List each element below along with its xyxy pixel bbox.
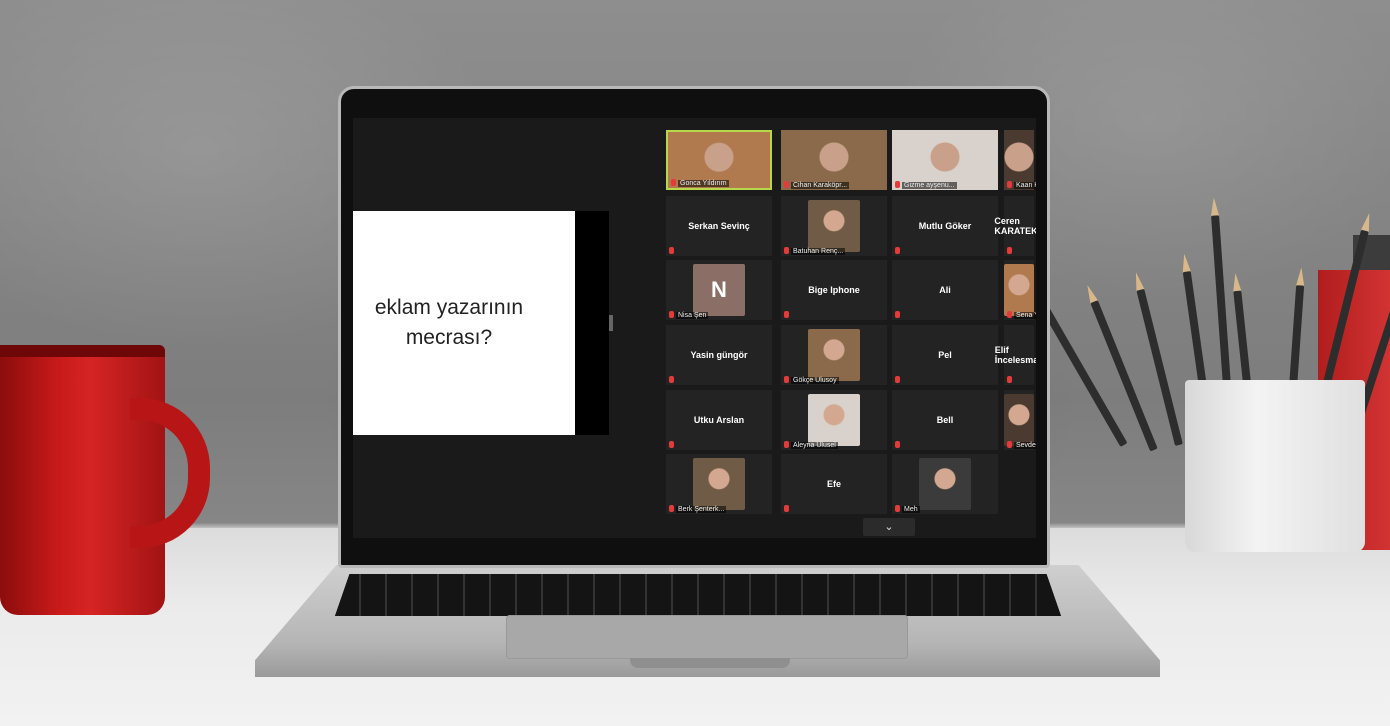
- participant-avatar: N: [693, 264, 745, 316]
- participant-tile[interactable]: Mutlu Göker: [892, 196, 998, 256]
- participant-tile[interactable]: Gökçe Ulusoy: [781, 325, 887, 385]
- slide-line-1: eklam yazarının: [374, 296, 524, 319]
- participant-tile[interactable]: Utku Arslan: [666, 390, 772, 450]
- muted-mic-icon: [1007, 441, 1012, 448]
- participant-name-label: Gonca Yıldırım: [678, 180, 729, 187]
- slide-line-2: mecrası?: [405, 326, 493, 349]
- participant-tile[interactable]: Efe: [781, 454, 887, 514]
- participant-name-label: Cihan Karaköpr...: [791, 182, 850, 189]
- participant-name: Utku Arslan: [693, 415, 745, 425]
- participant-tile[interactable]: N Nisa Şen: [666, 260, 772, 320]
- participant-name-label: Aleyna Ulusel: [791, 442, 838, 449]
- participant-tile[interactable]: Ceren KARATEKE: [994, 196, 1036, 256]
- participant-name: Elif İncelesmail: [994, 345, 1036, 365]
- participant-tile[interactable]: Ali: [892, 260, 998, 320]
- participant-tile[interactable]: Sena Yılmaz: [1004, 260, 1036, 320]
- participant-name: Ali: [939, 285, 951, 295]
- muted-mic-icon: [669, 441, 674, 448]
- muted-mic-icon: [895, 247, 900, 254]
- participant-name: Bell: [936, 415, 954, 425]
- participant-name-label: Nisa Şen: [676, 312, 709, 319]
- muted-mic-icon: [895, 376, 900, 383]
- participant-name-label: Gökçe Ulusoy: [791, 377, 839, 384]
- participant-name: Yasin güngör: [690, 350, 748, 360]
- muted-mic-icon: [784, 376, 789, 383]
- slide-side-bar: [575, 211, 609, 435]
- keyboard: [335, 574, 1061, 616]
- slide-text: eklam yazarının mecrası?: [375, 293, 523, 353]
- muted-mic-icon: [669, 247, 674, 254]
- participant-tile[interactable]: Cihan Karaköpr...: [781, 130, 887, 190]
- participant-tile[interactable]: Aleyna Ulusel: [781, 390, 887, 450]
- participant-tile[interactable]: Serkan Sevinç: [666, 196, 772, 256]
- muted-mic-icon: [669, 505, 674, 512]
- muted-mic-icon: [784, 441, 789, 448]
- participant-video: [781, 130, 887, 190]
- participant-name-label: Sevde Zeyne...: [1014, 442, 1036, 449]
- muted-mic-icon: [784, 505, 789, 512]
- participant-tile[interactable]: Sevde Zeyne...: [1004, 390, 1036, 450]
- participant-tile[interactable]: Pel: [892, 325, 998, 385]
- participant-avatar: [919, 458, 971, 510]
- mug-rim: [0, 345, 165, 357]
- participant-name-label: Gizme ayşenu...: [902, 182, 957, 189]
- muted-mic-icon: [1007, 311, 1012, 318]
- muted-mic-icon: [671, 179, 676, 186]
- participant-tile[interactable]: Bell: [892, 390, 998, 450]
- participant-tile[interactable]: Gonca Yıldırım: [666, 130, 772, 190]
- muted-mic-icon: [784, 181, 789, 188]
- shared-slide: eklam yazarının mecrası?: [353, 211, 575, 435]
- participant-tile[interactable]: Elif İncelesmail: [995, 325, 1036, 385]
- participant-name: Mutlu Göker: [918, 221, 972, 231]
- muted-mic-icon: [895, 441, 900, 448]
- participant-name-label: Batuhan Renç...: [791, 248, 846, 255]
- trackpad: [506, 615, 908, 659]
- muted-mic-icon: [1007, 376, 1012, 383]
- participant-name-label: Kaan K: [1014, 182, 1036, 189]
- participant-avatar: [1004, 264, 1034, 316]
- participant-avatar: [808, 200, 860, 252]
- participant-tile[interactable]: Bige Iphone: [781, 260, 887, 320]
- muted-mic-icon: [669, 376, 674, 383]
- participant-avatar: [808, 394, 860, 446]
- muted-mic-icon: [669, 311, 674, 318]
- participant-name-label: Berk Şenterk...: [676, 506, 727, 513]
- participant-name: Efe: [826, 479, 841, 489]
- participant-video: [892, 130, 998, 190]
- gallery-scroll-down-button[interactable]: ⌄: [863, 518, 915, 536]
- muted-mic-icon: [1007, 247, 1012, 254]
- muted-mic-icon: [1007, 181, 1012, 188]
- muted-mic-icon: [784, 311, 789, 318]
- participant-name: Serkan Sevinç: [688, 221, 750, 231]
- participant-tile[interactable]: Meh: [892, 454, 998, 514]
- video-call-screen: eklam yazarının mecrası? Gonca Yıldırım C…: [353, 118, 1036, 538]
- participant-tile[interactable]: Gizme ayşenu...: [892, 130, 998, 190]
- muted-mic-icon: [895, 311, 900, 318]
- participant-name: Pel: [938, 350, 952, 360]
- muted-mic-icon: [895, 505, 900, 512]
- participant-avatar: [1004, 394, 1034, 446]
- participant-avatar: [808, 329, 860, 381]
- participant-avatar: [693, 458, 745, 510]
- participant-name-label: Meh: [902, 506, 920, 513]
- participant-name: Ceren KARATEKE: [994, 216, 1036, 236]
- participant-name-label: Sena Yılmaz: [1014, 312, 1036, 319]
- pencil-cup: [1185, 380, 1365, 552]
- split-handle[interactable]: [609, 315, 613, 331]
- chevron-down-icon: ⌄: [884, 521, 894, 533]
- participant-tile[interactable]: Kaan K: [1004, 130, 1036, 190]
- participant-tile[interactable]: Batuhan Renç...: [781, 196, 887, 256]
- laptop-notch: [630, 658, 790, 668]
- participant-tile[interactable]: Berk Şenterk...: [666, 454, 772, 514]
- participant-name: Bige Iphone: [808, 285, 860, 295]
- muted-mic-icon: [784, 247, 789, 254]
- participant-tile[interactable]: Yasin güngör: [666, 325, 772, 385]
- muted-mic-icon: [895, 181, 900, 188]
